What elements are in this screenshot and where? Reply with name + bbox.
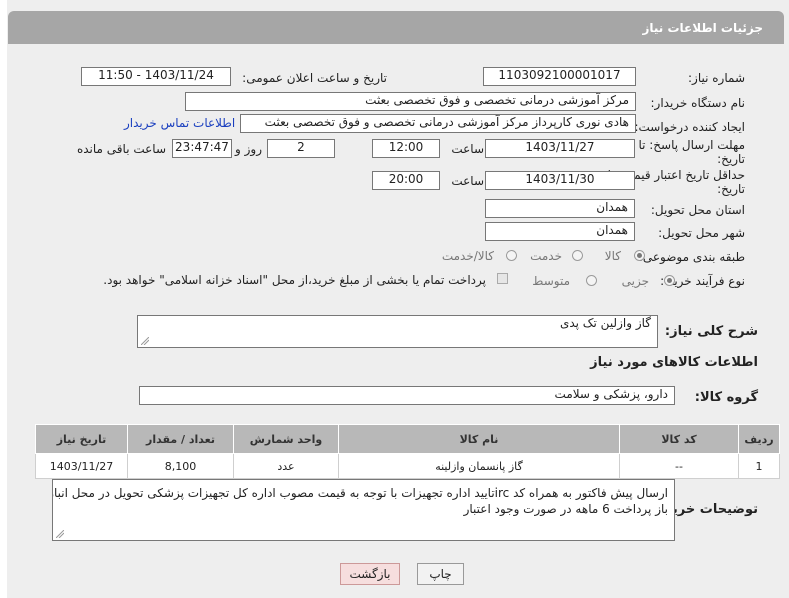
process-option-medium: متوسط [532,274,570,288]
buyer-notes-line1: ارسال پیش فاکتور به همراه کد ircتایید اد… [52,486,668,500]
category-label: طبقه بندی موضوعی: [638,250,745,264]
col-need-date: تاریخ نیاز [35,424,128,454]
delivery-province-field: همدان [485,199,635,218]
category-option-service: خدمت [530,249,562,263]
buyer-org-field: مرکز آموزشی درمانی تخصصی و فوق تخصصی بعث… [185,92,636,111]
category-option-goods: کالا [604,249,621,263]
table-row: 1 -- گاز پانسمان وازلینه عدد 8,100 1403/… [35,453,780,479]
treasury-note: پرداخت تمام یا بخشی از مبلغ خرید،از محل … [103,273,486,287]
category-radio-service[interactable] [572,250,583,261]
print-button[interactable]: چاپ [417,563,464,585]
col-row: ردیف [738,424,780,454]
creator-label: ایجاد کننده درخواست: [634,120,745,134]
buyer-contact-link[interactable]: اطلاعات تماس خریدار [124,116,235,130]
panel-header: جزئیات اطلاعات نیاز [8,11,784,44]
remaining-days-label: روز و [235,142,262,156]
treasury-checkbox[interactable] [497,273,508,284]
col-quantity: تعداد / مقدار [127,424,234,454]
resize-grip-icon [56,530,64,538]
resize-grip-icon [141,337,149,345]
reply-deadline-date-field: 1403/11/27 [485,139,635,158]
cell-quantity: 8,100 [127,453,234,479]
need-number-label: شماره نیاز: [688,71,745,85]
process-option-minor: جزیی [621,274,649,288]
reply-deadline-label: مهلت ارسال پاسخ: تا [638,138,745,152]
general-description-text: گاز وازلین تک پدی [559,316,651,330]
price-validity-date-field: 1403/11/30 [485,171,635,190]
process-radio-minor[interactable] [664,275,675,286]
goods-group-label: گروه کالا: [694,390,758,405]
price-validity-time-label: ساعت [451,174,484,188]
remaining-days-field: 2 [267,139,335,158]
col-unit: واحد شمارش [233,424,339,454]
cell-row: 1 [738,453,780,479]
cell-unit: عدد [233,453,339,479]
delivery-city-field: همدان [485,222,635,241]
page-title: جزئیات اطلاعات نیاز [642,21,763,35]
announce-datetime-label: تاریخ و ساعت اعلان عمومی: [242,71,387,85]
back-button[interactable]: بازگشت [340,563,400,585]
price-validity-time-field: 20:00 [372,171,440,190]
category-radio-goods[interactable] [634,250,645,261]
col-code: کد کالا [619,424,739,454]
price-validity-label-date: تاریخ: [717,182,745,196]
goods-section-title: اطلاعات کالاهای مورد نیاز [590,355,758,370]
col-name: نام کالا [338,424,620,454]
creator-field: هادی نوری کارپرداز مرکز آموزشی درمانی تخ… [240,114,636,133]
reply-deadline-time-label: ساعت [451,142,484,156]
cell-code: -- [619,453,739,479]
category-radio-goods-service[interactable] [506,250,517,261]
goods-group-field: دارو، پزشکی و سلامت [139,386,675,405]
category-option-goods-service: کالا/خدمت [441,249,494,263]
process-radio-medium[interactable] [586,275,597,286]
remaining-time-field: 23:47:47 [172,139,232,158]
general-description-label: شرح کلی نیاز: [664,324,758,339]
need-number-field: 1103092100001017 [483,67,636,86]
goods-table: ردیف کد کالا نام کالا واحد شمارش تعداد /… [35,424,780,479]
reply-deadline-label-date: تاریخ: [717,152,745,166]
buyer-notes-line2: باز پرداخت 6 ماهه در صورت وجود اعتبار [463,502,668,516]
delivery-city-label: شهر محل تحویل: [658,226,745,240]
buyer-org-label: نام دستگاه خریدار: [650,96,746,110]
delivery-province-label: استان محل تحویل: [650,203,745,217]
general-description-field: گاز وازلین تک پدی [137,315,658,348]
announce-datetime-field: 1403/11/24 - 11:50 [81,67,231,86]
remaining-time-label: ساعت باقی مانده [76,142,166,156]
reply-deadline-time-field: 12:00 [372,139,440,158]
cell-need-date: 1403/11/27 [35,453,128,479]
cell-name: گاز پانسمان وازلینه [338,453,620,479]
buyer-notes-field: ارسال پیش فاکتور به همراه کد ircتایید اد… [52,479,675,541]
goods-table-header: ردیف کد کالا نام کالا واحد شمارش تعداد /… [35,424,780,454]
